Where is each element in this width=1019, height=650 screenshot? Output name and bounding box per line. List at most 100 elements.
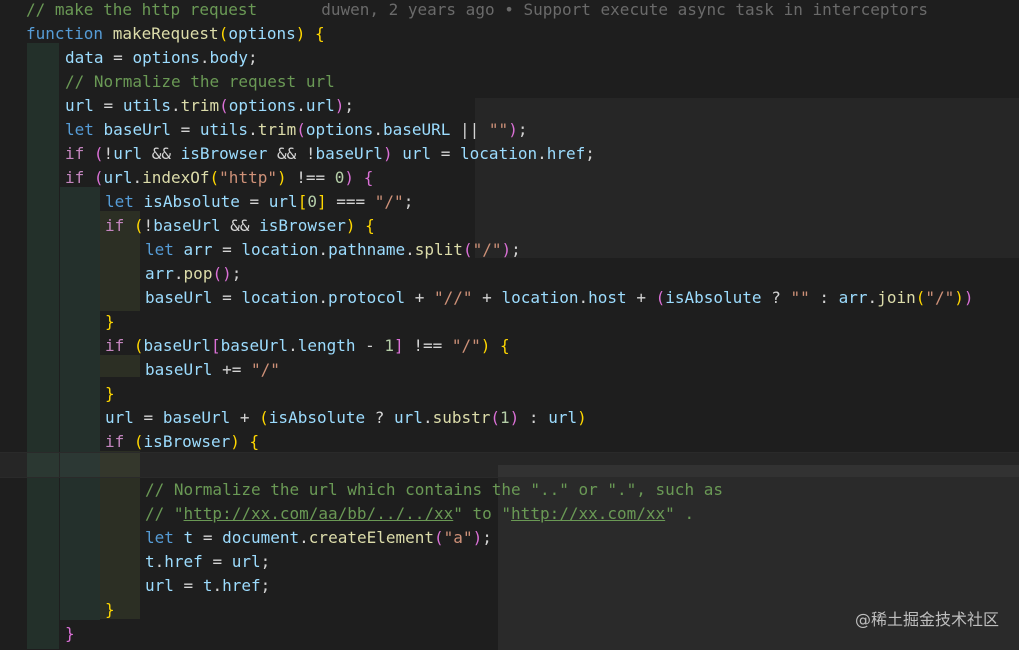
variable: url (113, 144, 143, 163)
variable: isAbsolute (268, 408, 366, 427)
method: createElement (308, 528, 435, 547)
variable: arr (145, 264, 174, 283)
code-line-17[interactable]: url = baseUrl + (isAbsolute ? url.substr… (105, 406, 587, 430)
code-line-2[interactable]: data = options.body; (65, 46, 258, 70)
variable: arr (183, 240, 213, 259)
variable: baseUrl (162, 408, 231, 427)
string: "/" (451, 336, 481, 355)
keyword: let (145, 528, 174, 547)
variable: url (268, 192, 298, 211)
property: href (222, 576, 261, 595)
comment: // Normalize the request url (65, 72, 335, 91)
variable: location (460, 144, 538, 163)
variable: baseUrl (315, 144, 383, 163)
string: "//" (434, 288, 473, 307)
variable: location (501, 288, 579, 307)
code-line-5[interactable]: let baseUrl = utils.trim(options.baseURL… (65, 118, 527, 142)
variable: url (145, 576, 174, 595)
code-line-18[interactable]: if (isBrowser) { (105, 430, 259, 454)
comment: // Normalize the url which contains the … (145, 480, 723, 499)
code-line-12[interactable]: baseUrl = location.protocol + "//" + loc… (145, 286, 974, 310)
code-line-16[interactable]: } (105, 382, 115, 406)
property: url (305, 96, 335, 115)
variable: isAbsolute (665, 288, 762, 307)
current-line-highlight (0, 452, 1019, 478)
variable: data (65, 48, 104, 67)
method: join (877, 288, 916, 307)
variable: baseUrl (143, 336, 211, 355)
string: "a" (443, 528, 473, 547)
keyword: let (145, 240, 174, 259)
code-line-25[interactable]: } (105, 598, 115, 622)
code-line-1[interactable]: function makeRequest(options) { (26, 22, 325, 46)
property: protocol (328, 288, 406, 307)
comment-link[interactable]: http://xx.com/aa/bb/../../xx (184, 504, 454, 523)
variable: url (105, 408, 134, 427)
property: body (209, 48, 249, 67)
code-line-7[interactable]: if (url.indexOf("http") !== 0) { (65, 166, 373, 190)
function-name: makeRequest (112, 24, 219, 43)
code-line-20[interactable]: // Normalize the url which contains the … (145, 478, 723, 502)
code-line-3[interactable]: // Normalize the request url (65, 70, 335, 94)
number: 1 (384, 336, 395, 355)
ghost-code-panel-top (475, 98, 1019, 258)
code-line-24[interactable]: url = t.href; (145, 574, 270, 598)
property: baseURL (382, 120, 451, 139)
code-line-22[interactable]: let t = document.createElement("a"); (145, 526, 492, 550)
variable: document (222, 528, 300, 547)
method: split (414, 240, 463, 259)
code-line-11[interactable]: arr.pop(); (145, 262, 241, 286)
string: "" (790, 288, 810, 307)
method: indexOf (142, 168, 210, 187)
method: pop (183, 264, 213, 283)
variable: location (241, 288, 319, 307)
comment-link[interactable]: http://xx.com/xx (511, 504, 665, 523)
code-line-21[interactable]: // "http://xx.com/aa/bb/../../xx" to "ht… (145, 502, 694, 526)
code-line-6[interactable]: if (!url && isBrowser && !baseUrl) url =… (65, 142, 595, 166)
property: href (546, 144, 586, 163)
property: length (297, 336, 356, 355)
variable: baseUrl (153, 216, 221, 235)
string: "/" (472, 240, 502, 259)
method: trim (180, 96, 220, 115)
variable: isBrowser (180, 144, 268, 163)
keyword: if (65, 144, 85, 163)
variable: t (145, 552, 155, 571)
code-line-4[interactable]: url = utils.trim(options.url); (65, 94, 354, 118)
property: href (164, 552, 203, 571)
code-line-8[interactable]: let isAbsolute = url[0] === "/"; (105, 190, 413, 214)
variable: isBrowser (259, 216, 346, 235)
variable: t (183, 528, 194, 547)
variable: utils (122, 96, 171, 115)
keyword: if (105, 216, 125, 235)
variable: options (228, 96, 297, 115)
keyword: function (26, 24, 104, 43)
indent-guide-if-slash (100, 355, 140, 377)
string: "http" (219, 168, 277, 187)
keyword: if (105, 336, 125, 355)
comment: " . (665, 504, 695, 523)
code-line-0[interactable]: // make the http request duwen, 2 years a… (26, 0, 928, 22)
watermark: @稀土掘金技术社区 (854, 610, 999, 629)
comment: " to " (453, 504, 512, 523)
keyword: let (105, 192, 134, 211)
variable: baseUrl (145, 288, 213, 307)
param: options (228, 24, 296, 43)
number: 0 (307, 192, 317, 211)
variable: isAbsolute (143, 192, 240, 211)
code-line-13[interactable]: } (105, 310, 115, 334)
code-line-10[interactable]: let arr = location.pathname.split("/"); (145, 238, 521, 262)
code-line-15[interactable]: baseUrl += "/" (145, 358, 280, 382)
method: trim (257, 120, 297, 139)
code-line-9[interactable]: if (!baseUrl && isBrowser) { (105, 214, 375, 238)
indent-guide-function (27, 43, 59, 649)
code-line-26[interactable]: } (65, 622, 75, 646)
comment: // make the http request (26, 0, 258, 19)
string: "/" (925, 288, 955, 307)
code-line-14[interactable]: if (baseUrl[baseUrl.length - 1] !== "/")… (105, 334, 510, 358)
variable: url (402, 144, 432, 163)
code-line-23[interactable]: t.href = url; (145, 550, 270, 574)
variable: url (231, 552, 261, 571)
variable: baseUrl (145, 360, 213, 379)
variable: location (241, 240, 319, 259)
